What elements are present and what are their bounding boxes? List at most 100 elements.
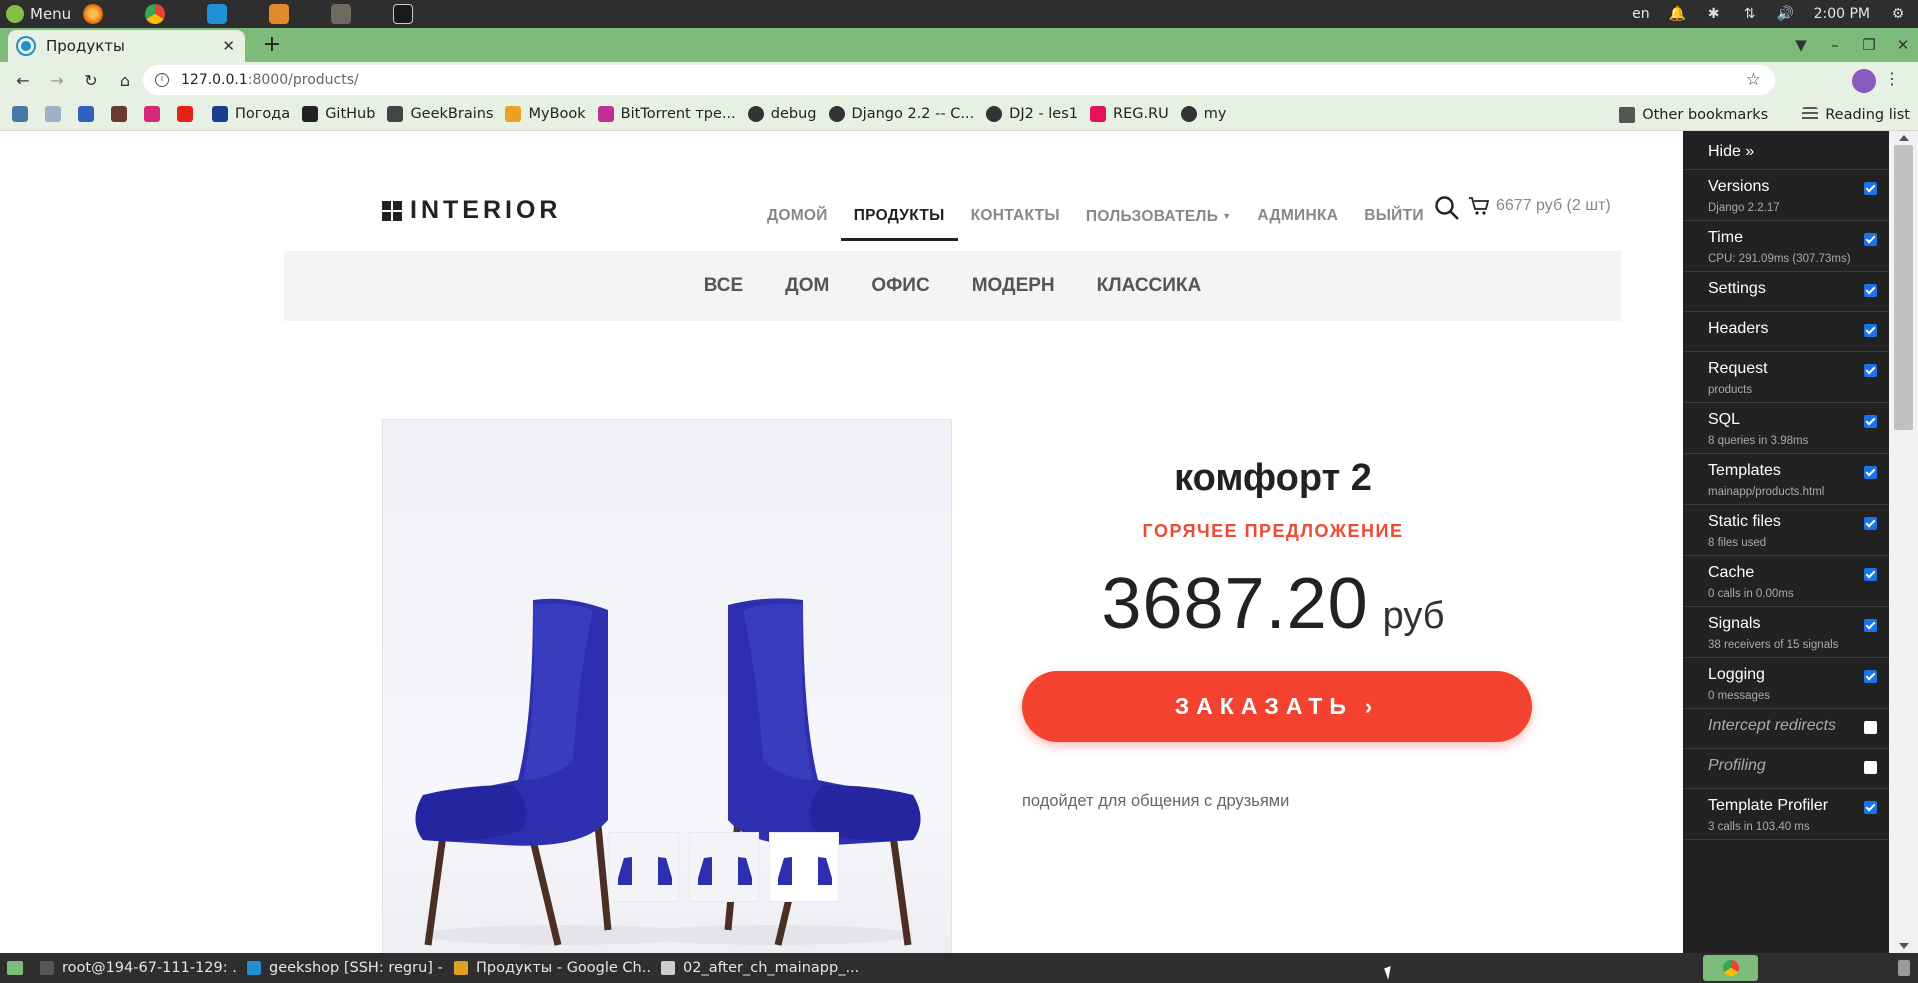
- bookmark-item[interactable]: [177, 106, 200, 122]
- bookmark-item[interactable]: GitHub: [302, 106, 375, 122]
- tab-search-icon[interactable]: ▼: [1792, 36, 1810, 54]
- debug-panel-cache[interactable]: Cache 0 calls in 0.00ms: [1683, 556, 1889, 607]
- gear-icon[interactable]: ⚙: [1890, 6, 1906, 22]
- bookmark-item[interactable]: [78, 106, 101, 122]
- chrome-icon[interactable]: [143, 3, 167, 25]
- debug-panel-checkbox[interactable]: [1864, 466, 1877, 479]
- debug-panel-checkbox[interactable]: [1864, 619, 1877, 632]
- bookmark-item[interactable]: my: [1180, 106, 1227, 122]
- site-info-icon[interactable]: i: [155, 73, 169, 87]
- bookmark-item[interactable]: MyBook: [505, 106, 586, 122]
- reload-icon[interactable]: ↻: [80, 69, 102, 91]
- debug-panel-checkbox[interactable]: [1864, 364, 1877, 377]
- address-bar[interactable]: i 127.0.0.1:8000/products/ ☆: [143, 65, 1775, 95]
- product-thumbnail[interactable]: [689, 832, 759, 902]
- workspace-icon[interactable]: [1898, 960, 1910, 976]
- keyboard-layout[interactable]: en: [1632, 6, 1650, 22]
- debug-panel-profiling[interactable]: Profiling: [1683, 749, 1889, 789]
- minimize-icon[interactable]: –: [1826, 36, 1844, 54]
- debug-panel-checkbox[interactable]: [1864, 517, 1877, 530]
- debug-panel-checkbox[interactable]: [1864, 324, 1877, 337]
- notifications-icon[interactable]: 🔔: [1669, 6, 1686, 22]
- gimp-icon[interactable]: [329, 3, 353, 25]
- debug-toolbar-hide-button[interactable]: Hide »: [1683, 131, 1889, 170]
- debug-panel-checkbox[interactable]: [1864, 233, 1877, 246]
- bookmark-item[interactable]: [45, 106, 68, 122]
- scroll-down-icon[interactable]: [1899, 943, 1909, 949]
- show-desktop-button[interactable]: [0, 953, 30, 983]
- tab-close-icon[interactable]: ✕: [222, 37, 235, 55]
- debug-panel-headers[interactable]: Headers: [1683, 312, 1889, 352]
- debug-panel-logging[interactable]: Logging 0 messages: [1683, 658, 1889, 709]
- terminal-icon[interactable]: [391, 3, 415, 25]
- debug-panel-checkbox[interactable]: [1864, 284, 1877, 297]
- browser-menu-icon[interactable]: ⋮: [1884, 69, 1900, 88]
- bluetooth-icon[interactable]: ✱: [1706, 6, 1722, 22]
- category-modern[interactable]: МОДЕРН: [972, 275, 1055, 297]
- debug-panel-static-files[interactable]: Static files 8 files used: [1683, 505, 1889, 556]
- close-window-icon[interactable]: ✕: [1894, 36, 1912, 54]
- maximize-icon[interactable]: ❐: [1860, 36, 1878, 54]
- profile-avatar[interactable]: [1852, 69, 1876, 93]
- bookmark-item[interactable]: Django 2.2 -- C...: [828, 106, 974, 122]
- search-icon[interactable]: [1434, 195, 1460, 221]
- debug-panel-checkbox[interactable]: [1864, 761, 1877, 774]
- debug-panel-checkbox[interactable]: [1864, 415, 1877, 428]
- nav-user[interactable]: ПОЛЬЗОВАТЕЛЬ ▼: [1073, 201, 1245, 231]
- category-home[interactable]: ДОМ: [785, 275, 829, 297]
- bookmark-item[interactable]: GeekBrains: [387, 106, 493, 122]
- bookmark-star-icon[interactable]: ☆: [1746, 70, 1761, 90]
- debug-panel-checkbox[interactable]: [1864, 721, 1877, 734]
- other-bookmarks[interactable]: Other bookmarks: [1619, 106, 1768, 123]
- debug-panel-signals[interactable]: Signals 38 receivers of 15 signals: [1683, 607, 1889, 658]
- order-button[interactable]: ЗАКАЗАТЬ ›: [1022, 671, 1532, 742]
- bookmark-item[interactable]: Погода: [212, 106, 290, 122]
- site-logo[interactable]: INTERIOR: [382, 196, 561, 225]
- sublime-icon[interactable]: [267, 3, 291, 25]
- category-classic[interactable]: КЛАССИКА: [1097, 275, 1202, 297]
- debug-panel-time[interactable]: Time CPU: 291.09ms (307.73ms): [1683, 221, 1889, 272]
- scrollbar-thumb[interactable]: [1894, 145, 1913, 430]
- browser-tab[interactable]: Продукты ✕: [8, 30, 245, 62]
- taskbar-window-button[interactable]: geekshop [SSH: regru] -...: [237, 953, 444, 983]
- category-office[interactable]: ОФИС: [871, 275, 929, 297]
- category-all[interactable]: ВСЕ: [704, 275, 743, 297]
- reading-list[interactable]: Reading list: [1802, 106, 1910, 123]
- bookmark-item[interactable]: [12, 106, 35, 122]
- firefox-icon[interactable]: [81, 3, 105, 25]
- chrome-tray-icon[interactable]: [1703, 955, 1758, 981]
- network-icon[interactable]: ⇅: [1742, 6, 1758, 22]
- nav-contacts[interactable]: КОНТАКТЫ: [958, 201, 1073, 231]
- taskbar-window-button[interactable]: 02_after_ch_mainapp_...: [651, 953, 858, 983]
- debug-panel-settings[interactable]: Settings: [1683, 272, 1889, 312]
- bookmark-item[interactable]: REG.RU: [1090, 106, 1169, 122]
- debug-panel-templates[interactable]: Templates mainapp/products.html: [1683, 454, 1889, 505]
- nav-admin[interactable]: АДМИНКА: [1244, 201, 1351, 231]
- debug-panel-checkbox[interactable]: [1864, 670, 1877, 683]
- os-menu-button[interactable]: Menu: [0, 0, 81, 28]
- debug-panel-checkbox[interactable]: [1864, 801, 1877, 814]
- clock[interactable]: 2:00 PM: [1814, 6, 1870, 22]
- product-thumbnail[interactable]: [609, 832, 679, 902]
- forward-icon[interactable]: →: [46, 69, 68, 91]
- scroll-up-icon[interactable]: [1899, 135, 1909, 141]
- bookmark-item[interactable]: [144, 106, 167, 122]
- taskbar-window-button[interactable]: Продукты - Google Ch...: [444, 953, 651, 983]
- page-scrollbar[interactable]: [1889, 131, 1918, 953]
- debug-panel-template-profiler[interactable]: Template Profiler 3 calls in 103.40 ms: [1683, 789, 1889, 840]
- debug-panel-checkbox[interactable]: [1864, 182, 1877, 195]
- bookmark-item[interactable]: [111, 106, 134, 122]
- debug-panel-versions[interactable]: Versions Django 2.2.17: [1683, 170, 1889, 221]
- volume-icon[interactable]: 🔊: [1777, 6, 1794, 22]
- debug-panel-request[interactable]: Request products: [1683, 352, 1889, 403]
- new-tab-button[interactable]: +: [260, 32, 284, 57]
- nav-products[interactable]: ПРОДУКТЫ: [840, 201, 958, 241]
- home-icon[interactable]: ⌂: [114, 69, 136, 91]
- bookmark-item[interactable]: DJ2 - les1: [986, 106, 1078, 122]
- nav-home[interactable]: ДОМОЙ: [754, 201, 841, 231]
- cart-link[interactable]: 6677 руб (2 шт): [1468, 195, 1611, 217]
- back-icon[interactable]: ←: [12, 69, 34, 91]
- debug-panel-checkbox[interactable]: [1864, 568, 1877, 581]
- vscode-icon[interactable]: [205, 3, 229, 25]
- bookmark-item[interactable]: BitTorrent тре...: [597, 106, 736, 122]
